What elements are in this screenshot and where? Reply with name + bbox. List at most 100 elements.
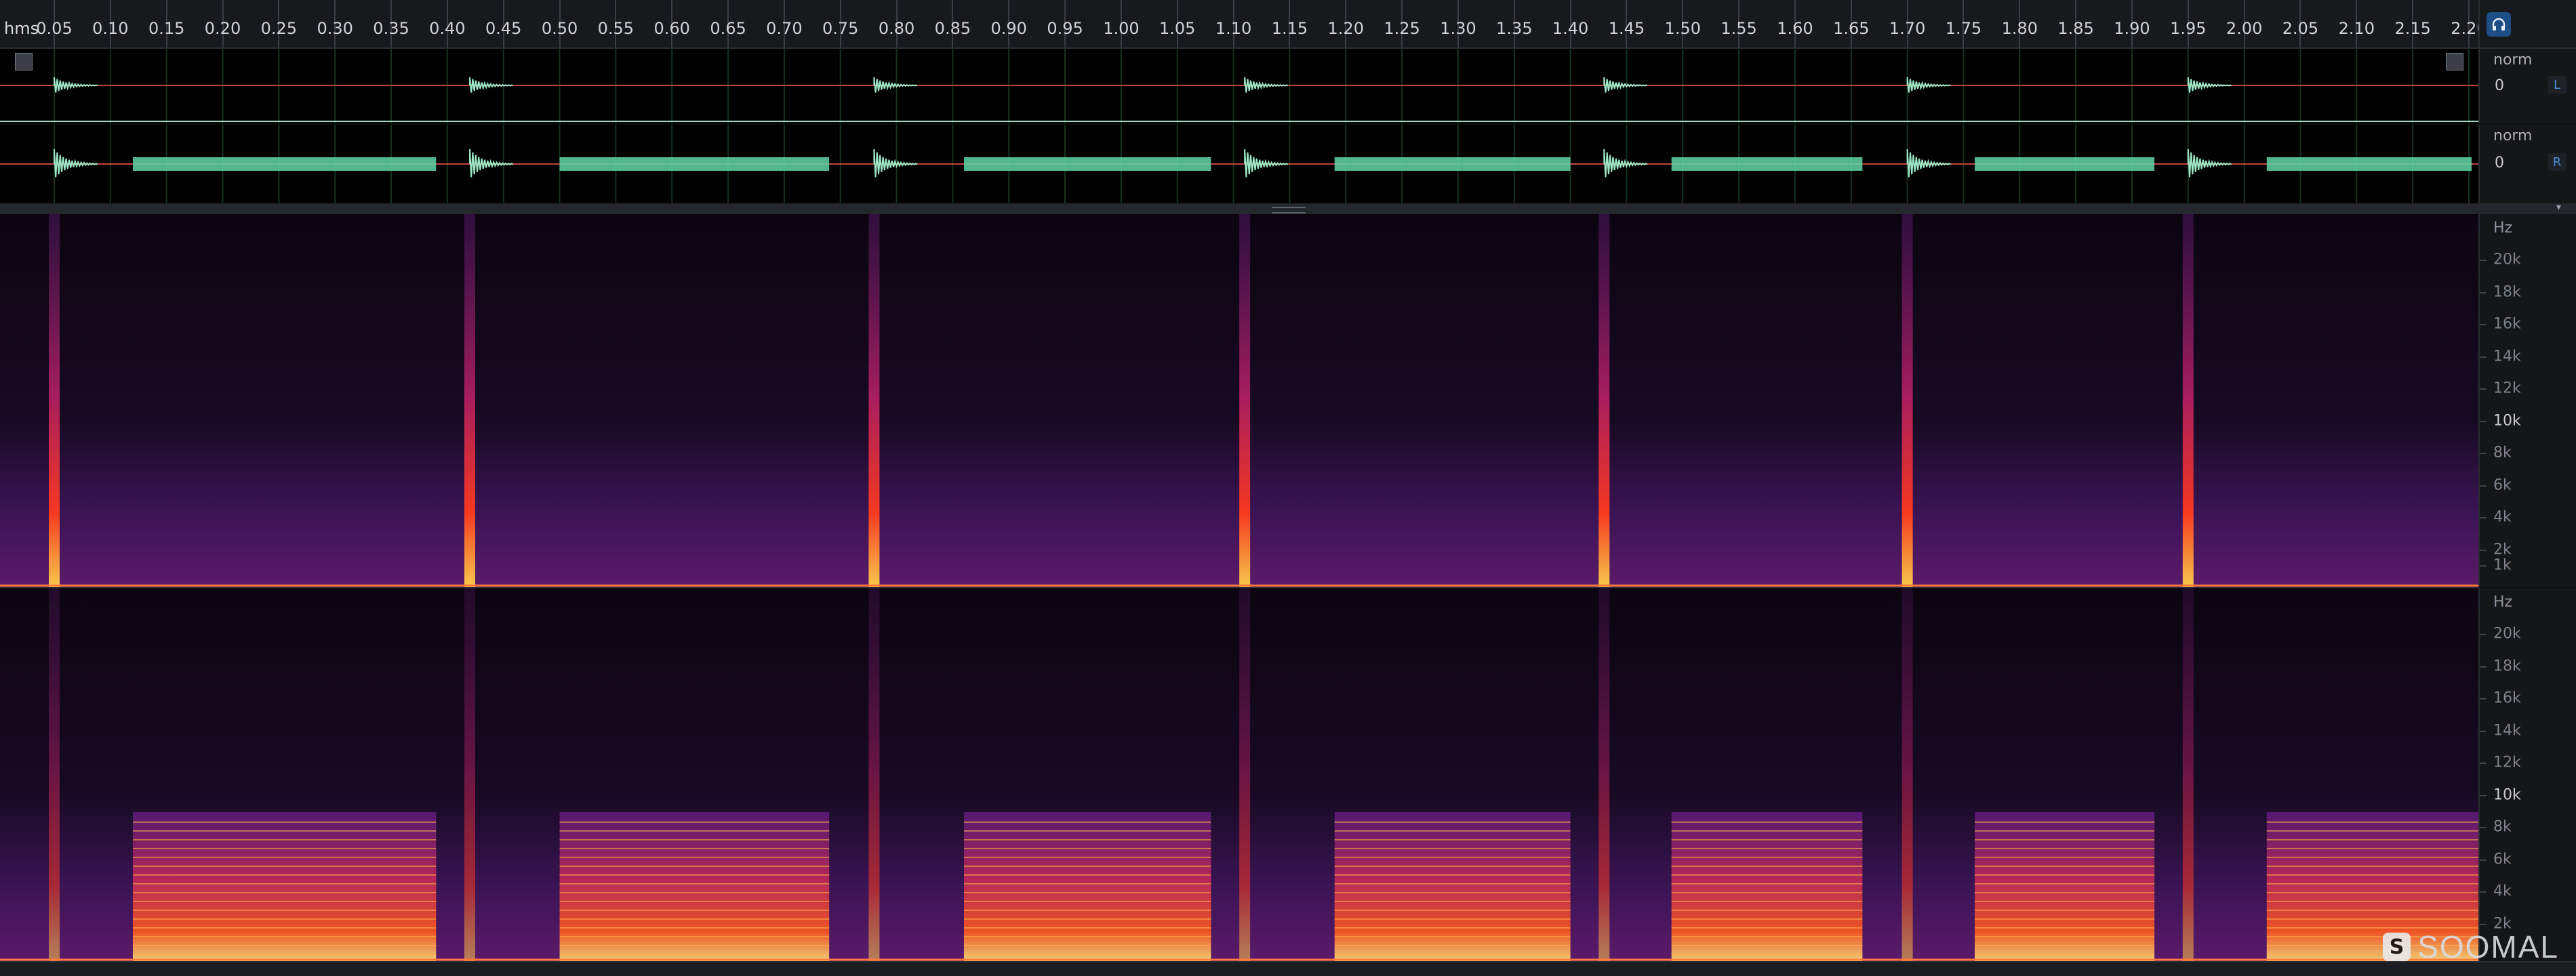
zero-level-label: 0 [2495,77,2504,94]
ruler-tick-label: 1.70 [1889,19,1926,38]
tone-harmonics [1334,812,1571,961]
click-burst [1239,588,1251,961]
zero-level-label: 0 [2495,155,2504,171]
ruler-tick-label: 2.00 [2226,19,2263,38]
click-transient [54,77,98,93]
waveform-left-channel[interactable] [0,49,2478,123]
ruler-tick-label: 0.30 [317,19,353,38]
zoom-toggle-button[interactable] [2446,53,2463,70]
hz-tick [2480,453,2487,455]
ruler-tick-label: 0.45 [485,19,522,38]
hz-tick [2480,698,2487,700]
spectrogram-left-plot [0,214,2478,587]
waveform-left-plot [0,49,2478,123]
hz-label: 18k [2493,283,2521,301]
click-burst [868,214,880,587]
hz-tick [2480,260,2487,262]
hz-tick [2480,634,2487,636]
frequency-scale-right: Hz 20k 18k 16k 14k 12k 10k 8k 6k 4k 2k [2478,588,2576,961]
ruler-tick-label: 0.25 [260,19,298,38]
norm-label: norm [2493,127,2533,144]
status-bar [0,961,2576,976]
hz-tick [2480,859,2487,861]
hz-label: 14k [2493,348,2521,365]
headphones-monitor-button[interactable] [2487,12,2511,37]
hz-tick [2480,356,2487,358]
hz-label: 8k [2493,444,2512,462]
click-transient [873,148,918,178]
ruler-tick-label: 1.95 [2170,19,2207,38]
zoom-fit-button[interactable] [15,53,33,70]
waveform-right-plot [0,125,2478,203]
click-burst [49,588,60,961]
ruler-tick-label: 0.60 [653,19,690,38]
ruler-tick-label: 1.10 [1215,19,1252,38]
hz-label: 8k [2493,818,2512,836]
click-transient [1906,148,1951,178]
hz-label: 18k [2493,657,2521,675]
tone-burst [1334,157,1571,171]
click-burst [1901,588,1913,961]
hz-label: 16k [2493,689,2521,707]
ruler-tick-label: 2.05 [2282,19,2319,38]
ruler-tick-label: 0.40 [429,19,466,38]
click-burst [2182,588,2194,961]
ruler-tick-label: 2.15 [2394,19,2431,38]
ruler-tick-label: 0.10 [92,19,129,38]
hz-label: 6k [2493,476,2512,494]
click-transient [1603,148,1648,178]
click-burst [868,588,880,961]
hz-tick [2480,666,2487,668]
panel-splitter[interactable] [0,203,2478,214]
tone-burst [559,157,830,171]
ruler-tick-label: 1.45 [1608,19,1645,38]
ruler-tick-label: 1.60 [1777,19,1813,38]
channel-badge-left[interactable]: L [2548,76,2567,94]
click-transient [2187,77,2232,93]
ruler-tick-label: 0.35 [373,19,409,38]
hz-label: 1k [2493,556,2512,574]
click-transient [468,77,514,93]
spectrogram-background [0,214,2478,587]
waveform-right-channel[interactable] [0,125,2478,203]
time-unit-label: hms [4,19,39,38]
click-transient [1906,77,1951,93]
frequency-scale-left: Hz 20k 18k 16k 14k 12k 10k 8k 6k 4k 2k 1k [2478,214,2576,587]
spectrogram-right-plot [0,588,2478,961]
hz-tick [2480,923,2487,925]
click-transient [873,77,918,93]
tone-harmonics [132,812,437,961]
ruler-tick-label: 1.35 [1496,19,1533,38]
ruler-tick-label: 1.90 [2114,19,2150,38]
hz-tick [2480,730,2487,732]
chevron-down-icon[interactable]: ▾ [2556,202,2561,213]
tone-burst [132,157,437,171]
hz-tick [2480,549,2487,551]
click-transient [468,148,514,178]
hz-label: 12k [2493,380,2521,397]
hz-tick [2480,565,2487,567]
hz-label: 20k [2493,251,2521,268]
ruler-tick-label: 0.15 [148,19,185,38]
ruler-tick-label: 0.65 [710,19,746,38]
time-ruler[interactable]: hms 0.05 0.10 0.15 0.20 0.25 0.30 0.35 0.40 0.45… [0,0,2487,49]
click-transient [1244,77,1289,93]
channel-badge-right[interactable]: R [2548,153,2567,171]
headphones-icon [2492,18,2505,30]
ruler-tick-label: 1.85 [2057,19,2094,38]
tone-harmonics [559,812,830,961]
norm-label: norm [2493,52,2533,68]
ruler-tick-label: 1.55 [1720,19,1757,38]
left-channel-scale: norm 0 L [2478,49,2576,123]
ruler-tick-label: 0.50 [541,19,578,38]
hz-tick [2480,291,2487,293]
spectrogram-right[interactable] [0,588,2478,961]
hz-tick [2480,485,2487,487]
spectrogram-left[interactable] [0,214,2478,587]
splitter-grip-icon[interactable] [1272,207,1306,214]
tone-burst [963,157,1211,171]
right-channel-scale: norm 0 R [2478,125,2576,203]
hz-tick [2480,388,2487,390]
ruler-side-panel [2478,0,2576,49]
logo-text: SOOMAL [2417,929,2559,964]
